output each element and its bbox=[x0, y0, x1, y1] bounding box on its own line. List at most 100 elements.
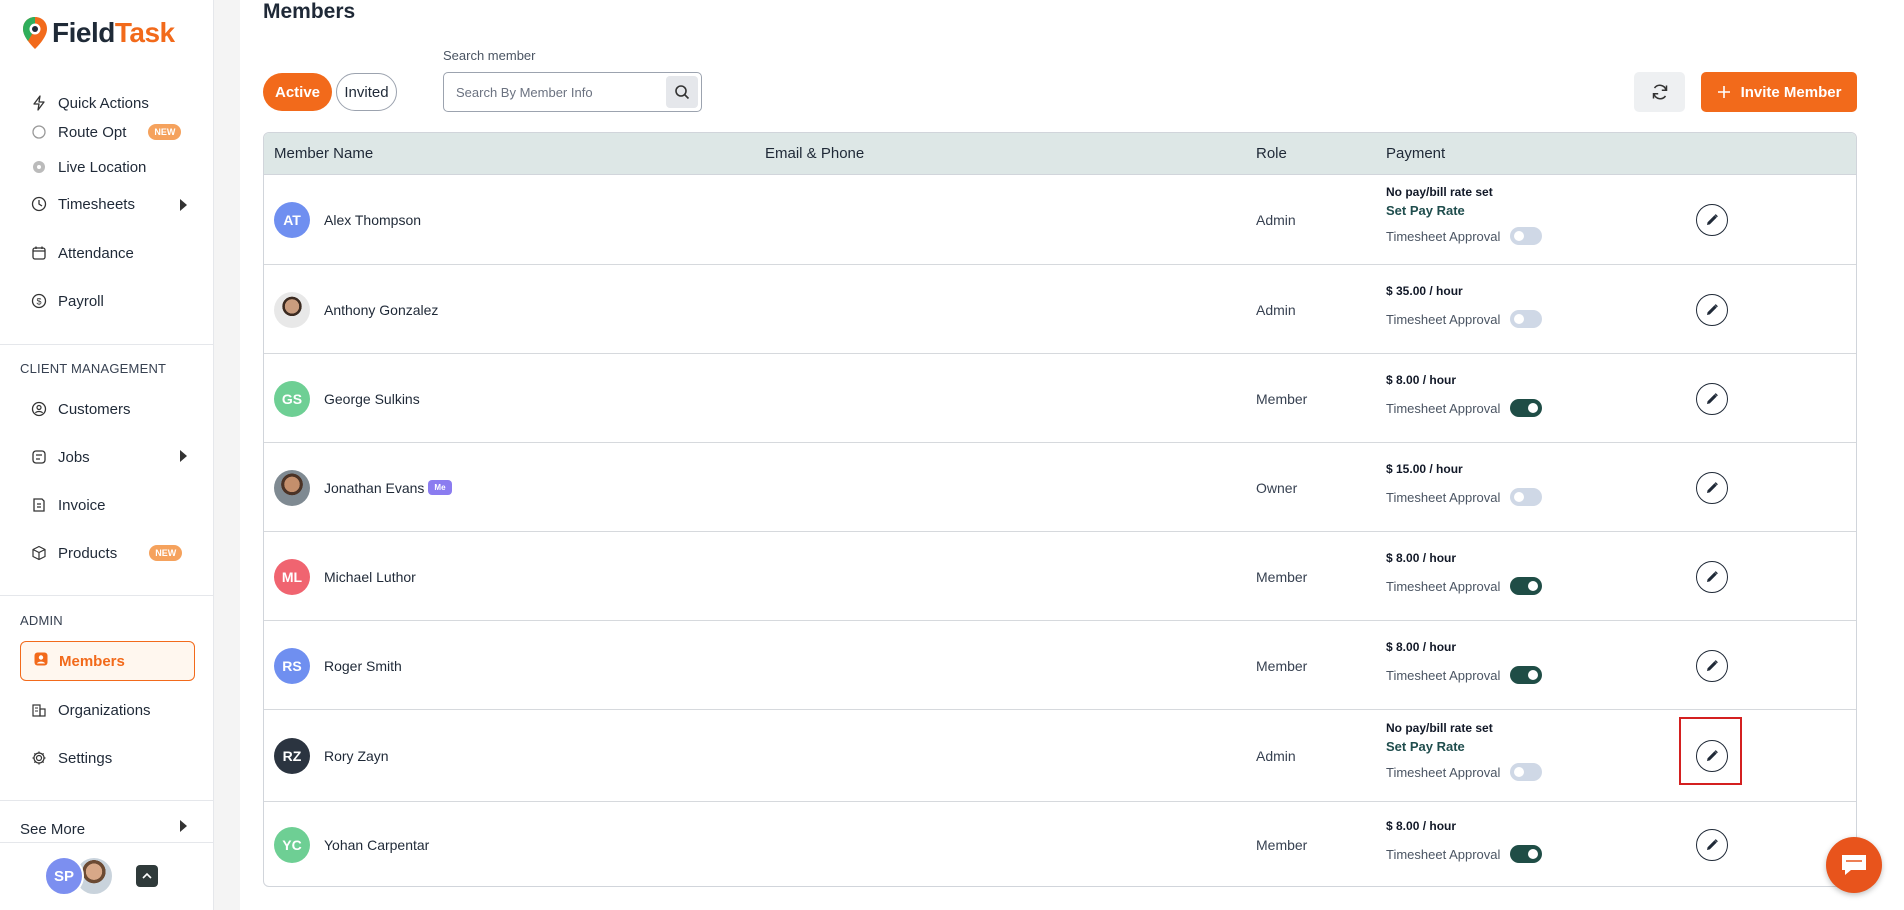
member-role: Admin bbox=[1256, 301, 1296, 318]
chevron-right-icon[interactable] bbox=[180, 199, 187, 211]
timesheet-approval-toggle[interactable] bbox=[1510, 666, 1543, 684]
sidebar-item-quick-actions[interactable]: Quick Actions bbox=[30, 92, 149, 114]
table-row: Anthony Gonzalez Admin $ 35.00 / hour Ti… bbox=[264, 265, 1856, 354]
sidebar-item-label: Members bbox=[59, 652, 125, 670]
tab-invited[interactable]: Invited bbox=[336, 73, 397, 111]
refresh-button[interactable] bbox=[1634, 72, 1685, 112]
edit-member-button[interactable] bbox=[1696, 740, 1728, 772]
member-name-cell: YC Yohan Carpentar bbox=[274, 827, 429, 863]
timesheet-approval-toggle[interactable] bbox=[1510, 845, 1543, 863]
avatar: RS bbox=[274, 647, 310, 684]
timesheet-approval-label: Timesheet Approval bbox=[1386, 578, 1501, 594]
member-name[interactable]: Michael Luthor bbox=[324, 569, 416, 585]
avatar: YC bbox=[274, 827, 310, 863]
member-name[interactable]: Alex Thompson bbox=[324, 212, 421, 228]
calendar-icon bbox=[30, 244, 48, 262]
timesheet-approval: Timesheet Approval bbox=[1386, 763, 1543, 781]
toggle-knob bbox=[1514, 492, 1525, 502]
sidebar-item-organizations[interactable]: Organizations bbox=[30, 699, 151, 721]
sidebar-item-customers[interactable]: Customers bbox=[30, 398, 131, 420]
chat-button[interactable] bbox=[1826, 837, 1882, 893]
timesheet-approval-toggle[interactable] bbox=[1510, 577, 1543, 595]
tab-active[interactable]: Active bbox=[263, 73, 332, 111]
edit-member-button[interactable] bbox=[1696, 293, 1728, 326]
payment-cell: $ 8.00 / hour Timesheet Approval bbox=[1386, 819, 1543, 863]
edit-member-button[interactable] bbox=[1696, 471, 1728, 504]
timesheet-approval-toggle[interactable] bbox=[1510, 310, 1543, 328]
timesheet-approval-toggle[interactable] bbox=[1510, 399, 1543, 417]
edit-member-button[interactable] bbox=[1696, 382, 1728, 415]
member-name[interactable]: Rory Zayn bbox=[324, 748, 389, 764]
sidebar-item-attendance[interactable]: Attendance bbox=[30, 242, 134, 264]
main-content: Members Active Invited Search member Inv… bbox=[240, 0, 1904, 910]
payment-cell: $ 35.00 / hour Timesheet Approval bbox=[1386, 284, 1543, 328]
edit-member-button[interactable] bbox=[1696, 560, 1728, 593]
divider bbox=[0, 595, 214, 596]
timesheet-approval-toggle[interactable] bbox=[1510, 763, 1543, 781]
sidebar-item-products[interactable]: Products NEW bbox=[30, 542, 183, 564]
timesheet-approval-toggle[interactable] bbox=[1510, 227, 1543, 245]
edit-member-button[interactable] bbox=[1696, 204, 1728, 236]
timesheet-approval-label: Timesheet Approval bbox=[1386, 228, 1501, 244]
table-row: AT Alex Thompson Admin No pay/bill rate … bbox=[264, 175, 1856, 265]
sidebar-item-live-location[interactable]: Live Location bbox=[30, 156, 146, 178]
sidebar-item-label: Attendance bbox=[58, 244, 134, 262]
member-name-cell: ML Michael Luthor bbox=[274, 558, 416, 595]
invite-member-button[interactable]: Invite Member bbox=[1701, 72, 1857, 112]
pencil-icon bbox=[1707, 839, 1718, 850]
box-icon bbox=[30, 544, 48, 562]
member-role: Admin bbox=[1256, 212, 1296, 228]
sidebar-item-members[interactable]: Members bbox=[20, 641, 195, 681]
chevron-right-icon[interactable] bbox=[180, 450, 187, 462]
divider bbox=[0, 800, 214, 801]
avatar: AT bbox=[274, 202, 310, 238]
column-header-member-name: Member Name bbox=[274, 145, 374, 162]
set-pay-rate-link[interactable]: Set Pay Rate bbox=[1386, 203, 1542, 225]
member-name[interactable]: Jonathan Evans bbox=[324, 480, 424, 496]
member-name[interactable]: George Sulkins bbox=[324, 391, 420, 407]
sidebar-item-settings[interactable]: Settings bbox=[30, 747, 112, 769]
see-more-link[interactable]: See More bbox=[20, 818, 85, 840]
sidebar-item-label: Organizations bbox=[58, 701, 151, 719]
new-badge: NEW bbox=[148, 124, 182, 140]
toggle-knob bbox=[1528, 670, 1539, 680]
expand-up-button[interactable] bbox=[136, 865, 158, 887]
sidebar-item-timesheets[interactable]: Timesheets bbox=[30, 193, 190, 215]
invite-member-label: Invite Member bbox=[1740, 83, 1842, 101]
timesheet-approval: Timesheet Approval bbox=[1386, 845, 1543, 863]
sidebar-item-route-opt[interactable]: Route Opt NEW bbox=[30, 122, 182, 142]
sidebar: FieldTask Quick Actions Route Opt NEW Li… bbox=[0, 0, 214, 910]
chat-icon bbox=[1842, 855, 1866, 875]
member-name[interactable]: Anthony Gonzalez bbox=[324, 302, 438, 318]
search-input[interactable] bbox=[444, 73, 654, 111]
search-button[interactable] bbox=[666, 76, 698, 108]
edit-member-button[interactable] bbox=[1696, 829, 1728, 861]
chevron-up-icon bbox=[142, 872, 152, 879]
logo[interactable]: FieldTask bbox=[22, 16, 175, 50]
timesheet-approval: Timesheet Approval bbox=[1386, 227, 1543, 245]
sidebar-item-jobs[interactable]: Jobs bbox=[30, 446, 90, 468]
pay-rate: $ 15.00 / hour bbox=[1386, 462, 1463, 476]
member-name[interactable]: Yohan Carpentar bbox=[324, 837, 429, 853]
sidebar-item-invoice[interactable]: Invoice bbox=[30, 494, 106, 516]
sidebar-item-payroll[interactable]: $ Payroll bbox=[30, 290, 104, 312]
invoice-icon bbox=[30, 496, 48, 514]
timesheet-approval: Timesheet Approval bbox=[1386, 488, 1543, 506]
chevron-right-icon[interactable] bbox=[180, 820, 187, 832]
member-role: Admin bbox=[1256, 748, 1296, 764]
member-name[interactable]: Roger Smith bbox=[324, 658, 402, 674]
member-role: Member bbox=[1256, 837, 1308, 853]
member-name-cell: RZ Rory Zayn bbox=[274, 738, 389, 774]
pay-rate: $ 8.00 / hour bbox=[1386, 640, 1457, 654]
timesheet-approval-toggle[interactable] bbox=[1510, 488, 1543, 506]
column-header-role: Role bbox=[1256, 145, 1287, 162]
table-header: Member Name Email & Phone Role Payment bbox=[264, 133, 1856, 175]
column-header-email-phone: Email & Phone bbox=[765, 145, 865, 162]
toggle-knob bbox=[1514, 314, 1525, 324]
edit-member-button[interactable] bbox=[1696, 649, 1728, 682]
table-row: RZ Rory Zayn Admin No pay/bill rate set … bbox=[264, 710, 1856, 802]
member-role: Member bbox=[1256, 657, 1308, 674]
set-pay-rate-link[interactable]: Set Pay Rate bbox=[1386, 739, 1542, 761]
clock-icon bbox=[30, 195, 48, 213]
avatar[interactable]: SP bbox=[44, 856, 84, 896]
